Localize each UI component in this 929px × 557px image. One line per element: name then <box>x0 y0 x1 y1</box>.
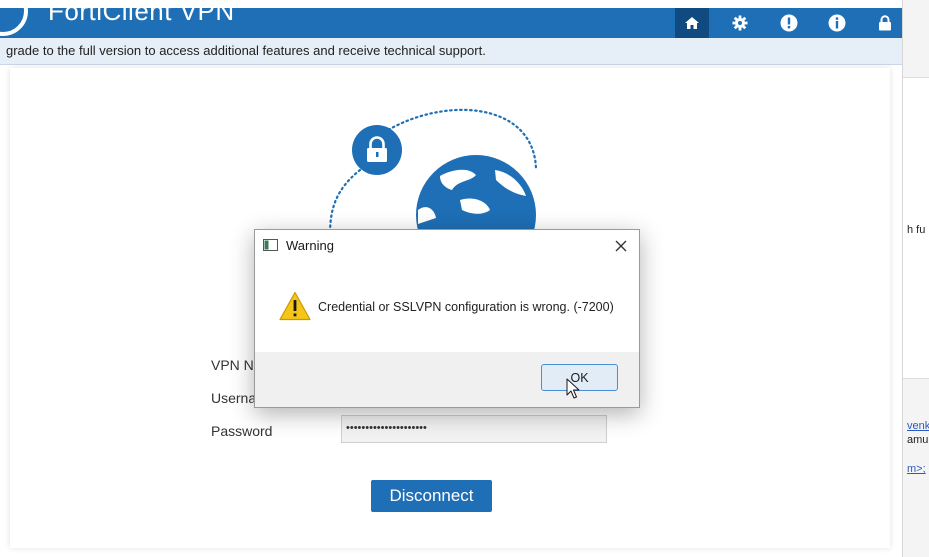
info-icon <box>828 14 846 32</box>
dialog-message: Credential or SSLVPN configuration is wr… <box>318 300 614 314</box>
lock-button[interactable] <box>868 8 902 38</box>
alert-icon <box>780 14 798 32</box>
background-link-1[interactable]: venka <box>907 420 929 432</box>
app-logo-icon <box>0 8 28 36</box>
dialog-title: Warning <box>286 238 334 253</box>
globe-icon <box>416 155 536 240</box>
background-text-1: h fu <box>907 224 926 236</box>
vpn-name-label: VPN N <box>211 357 254 373</box>
upgrade-notice-text: grade to the full version to access addi… <box>6 43 486 58</box>
notifications-button[interactable] <box>772 8 806 38</box>
warning-icon <box>279 291 311 321</box>
app-header: FortiClient VPN <box>0 8 902 38</box>
gear-icon <box>732 15 748 31</box>
vpn-illustration <box>328 108 538 240</box>
top-strip <box>0 0 929 8</box>
warning-dialog: Warning Credential or SSLVPN configurati… <box>254 229 640 408</box>
disconnect-button[interactable]: Disconnect <box>371 480 492 512</box>
home-icon <box>685 17 699 29</box>
dialog-footer: OK <box>255 352 639 407</box>
mouse-cursor-icon <box>566 378 580 399</box>
home-button[interactable] <box>675 8 709 38</box>
password-label: Password <box>211 423 273 439</box>
info-button[interactable] <box>820 8 854 38</box>
lock-icon <box>879 15 891 31</box>
password-field[interactable]: ••••••••••••••••••••• <box>341 415 607 443</box>
upgrade-notice: grade to the full version to access addi… <box>0 38 902 65</box>
app-title: FortiClient VPN <box>48 8 235 26</box>
dialog-titlebar: Warning <box>255 230 639 261</box>
background-link-2[interactable]: m>; <box>907 463 926 475</box>
settings-button[interactable] <box>723 8 757 38</box>
background-window: h fu venka amun m>; <box>902 0 929 557</box>
username-label: Userna <box>211 390 257 406</box>
app-window-icon <box>263 239 278 251</box>
background-text-2: amun <box>907 434 929 446</box>
close-icon[interactable] <box>611 236 631 256</box>
